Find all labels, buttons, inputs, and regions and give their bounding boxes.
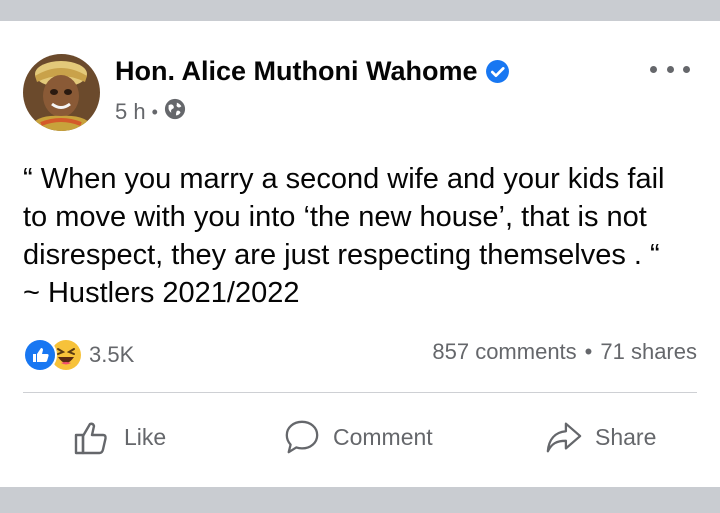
post-text-line: disrespect, they are just respecting the… — [23, 239, 660, 271]
more-dot — [666, 65, 674, 73]
avatar[interactable] — [23, 54, 100, 131]
like-reaction-icon — [23, 338, 57, 372]
reactions-summary[interactable]: 3.5K — [23, 338, 134, 372]
comment-button[interactable]: Comment — [283, 412, 433, 462]
more-dot — [683, 65, 690, 73]
post-time[interactable]: 5 h — [115, 99, 146, 125]
comment-icon — [283, 418, 321, 456]
comments-count[interactable]: 857 comments — [432, 339, 576, 365]
action-bar: Like Comment Share — [0, 412, 720, 462]
stats-separator: • — [584, 339, 593, 364]
post-stats: 857 comments • 71 shares — [432, 339, 697, 365]
like-button[interactable]: Like — [72, 412, 166, 462]
more-options-icon[interactable] — [650, 59, 690, 79]
globe-icon — [164, 98, 186, 126]
share-label: Share — [595, 423, 657, 450]
share-button[interactable]: Share — [545, 412, 656, 462]
shares-count[interactable]: 71 shares — [600, 339, 697, 365]
post-text-line: ~ Hustlers 2021/2022 — [23, 277, 300, 309]
divider — [23, 392, 697, 393]
meta-separator: • — [151, 101, 158, 122]
comment-label: Comment — [333, 423, 433, 450]
share-icon — [545, 418, 583, 456]
post-card: Hon. Alice Muthoni Wahome 5 h • “ When y… — [0, 21, 720, 487]
thumbs-up-icon — [72, 417, 112, 457]
post-text-line: “ When you marry a second wife and your … — [23, 163, 665, 195]
post-text-line: to move with you into ‘the new house’, t… — [23, 201, 647, 233]
post-text: “ When you marry a second wife and your … — [23, 160, 703, 312]
verified-badge-icon — [485, 59, 510, 84]
more-dot — [650, 65, 657, 73]
reaction-count: 3.5K — [89, 342, 135, 367]
like-label: Like — [124, 423, 167, 450]
author-name[interactable]: Hon. Alice Muthoni Wahome — [115, 56, 477, 87]
post-meta: 5 h • — [115, 98, 186, 126]
post-author: Hon. Alice Muthoni Wahome — [115, 56, 510, 87]
